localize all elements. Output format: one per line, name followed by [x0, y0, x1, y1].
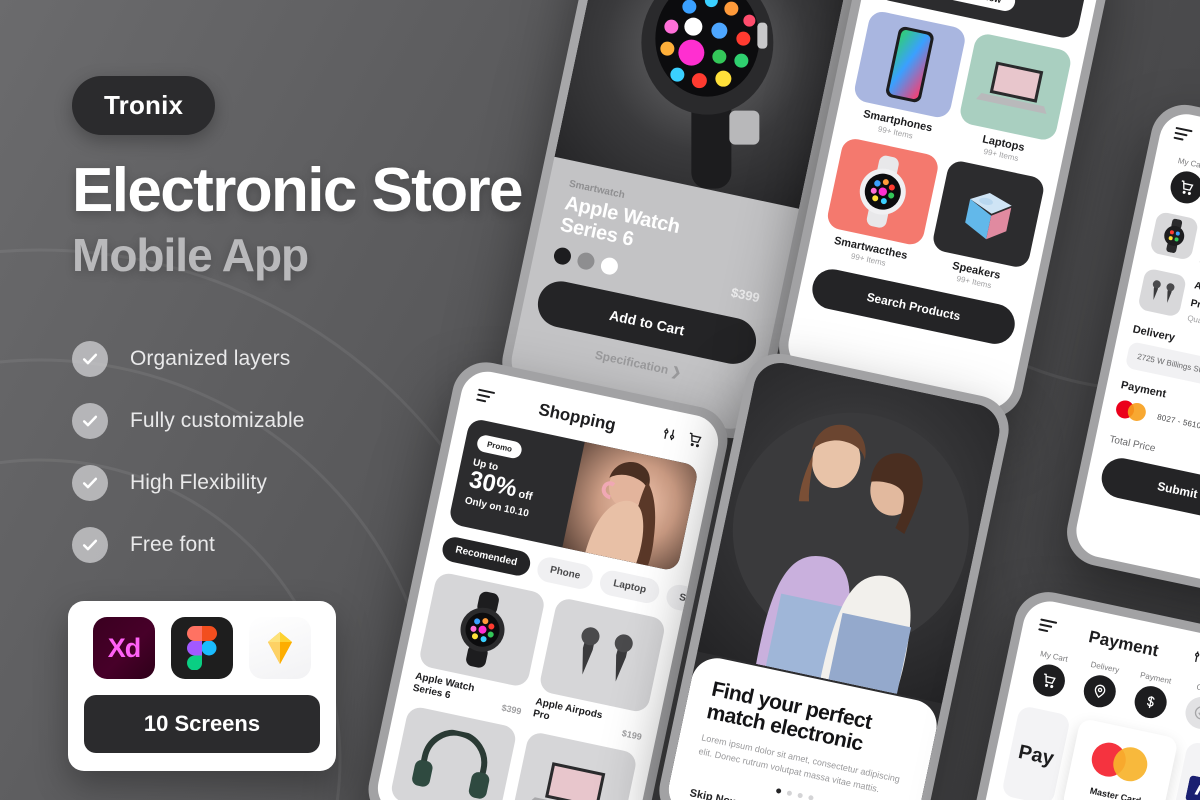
step-delivery[interactable]: Delivery [1074, 658, 1128, 712]
speaker-icon [931, 158, 1047, 269]
step-label: My Cart [1039, 649, 1069, 664]
list-item[interactable]: Laptops 99+ Items [952, 31, 1074, 169]
headphones-icon [389, 705, 518, 800]
visa-icon [1185, 775, 1200, 800]
list-item[interactable]: Macbook Pro $1299 [504, 730, 639, 800]
color-swatch-white[interactable] [599, 255, 620, 276]
list-item[interactable]: Smartwacthes 99+ Items [820, 136, 941, 274]
cart-icon [1029, 661, 1068, 700]
airpods-icon [538, 596, 667, 714]
filter-icon[interactable] [659, 425, 679, 449]
smartphone-icon [852, 8, 968, 120]
step-label: Delivery [1089, 659, 1120, 675]
dot-3[interactable] [797, 792, 804, 799]
list-item: High Flexibility [72, 452, 592, 514]
filter-icon[interactable] [1189, 648, 1200, 672]
onboarding-photo [697, 358, 1005, 704]
submit-order-button[interactable]: Submit Order [1097, 454, 1200, 534]
tool-compatibility-card: Xd 10 Screens [68, 601, 336, 771]
apple-pay-option[interactable]: Pay [1001, 705, 1072, 800]
adobe-xd-icon: Xd [93, 617, 155, 679]
figma-icon [171, 617, 233, 679]
laptop-icon [958, 31, 1074, 142]
mastercard-option[interactable]: Master Card [1061, 717, 1179, 800]
tool-icon-row: Xd [84, 617, 320, 679]
check-circle-icon [72, 402, 108, 439]
smartwatch-icon [1149, 210, 1200, 261]
dot-1[interactable] [775, 787, 782, 794]
screens-count-button[interactable]: 10 Screens [84, 695, 320, 753]
feature-label: Fully customizable [130, 408, 305, 432]
list-item: Fully customizable [72, 390, 592, 452]
step-my-cart[interactable]: My Cart [1023, 647, 1077, 701]
page-title: Electronic Store [72, 156, 523, 225]
check-circle-icon [72, 526, 108, 563]
item-name: Apple Airpods Pro [1189, 280, 1200, 313]
dot-4[interactable] [807, 794, 814, 800]
airpods-icon [1137, 267, 1188, 318]
step-label: Order [1195, 682, 1200, 696]
cart-icon [1167, 168, 1200, 207]
cart-icon[interactable] [684, 430, 704, 454]
check-circle-icon [72, 340, 108, 377]
check-circle-icon [72, 464, 108, 501]
feature-label: High Flexibility [130, 470, 267, 494]
mastercard-icon [1087, 739, 1156, 791]
list-item[interactable]: Smartphones 99+ Items [847, 8, 968, 147]
list-item[interactable]: Speakers 99+ Items [925, 158, 1047, 297]
product-price: $399 [729, 284, 762, 306]
page-subtitle: Mobile App [72, 228, 309, 281]
feature-label: Organized layers [130, 346, 291, 370]
smartwatch-icon [825, 136, 941, 247]
list-item: Organized layers [72, 328, 592, 390]
total-label: Total Price [1108, 433, 1157, 455]
product-name: Apple Watch Series 6 [411, 670, 476, 701]
hamburger-icon[interactable] [1173, 126, 1193, 145]
step-label: My Cart [1177, 156, 1200, 171]
list-item[interactable]: Apple Watch Series 6 $399 [412, 571, 547, 716]
apple-pay-label: Pay [1016, 740, 1056, 770]
step-label: Payment [1139, 670, 1173, 686]
screen-checkout: Summary My Cart Delivery Payment Order [1071, 109, 1200, 597]
mockup-checkout: Summary My Cart Delivery Payment Order [1060, 98, 1200, 608]
promo-left-panel: Tronix Electronic Store Mobile App Organ… [72, 76, 592, 576]
list-item[interactable]: Apple Airpods Pro $199 [532, 596, 667, 743]
smartwatch-icon [417, 571, 547, 689]
hamburger-icon[interactable] [1038, 618, 1058, 636]
step-payment[interactable]: Payment [1125, 669, 1179, 723]
feature-list: Organized layers Fully customizable High… [72, 328, 592, 576]
dollar-icon [1131, 683, 1170, 722]
screen-payment: Payment My Cart Delivery Payment Order P… [964, 596, 1200, 800]
location-pin-icon [1080, 672, 1119, 711]
list-item[interactable]: Apple Airpods Max $549 [383, 705, 518, 800]
product-price: $199 [621, 728, 643, 743]
shop-now-button[interactable]: Shop Now [942, 0, 1018, 13]
product-price: $399 [500, 702, 523, 717]
category-grid: Smartphones 99+ Items Laptops 99+ Items … [808, 0, 1087, 299]
dot-2[interactable] [786, 790, 793, 797]
adobe-xd-label: Xd [107, 632, 142, 663]
sketch-icon [249, 617, 311, 679]
list-item: Free font [72, 514, 592, 576]
brand-badge: Tronix [72, 76, 216, 135]
laptop-icon [509, 730, 639, 800]
feature-label: Free font [130, 532, 215, 556]
mockup-payment: Payment My Cart Delivery Payment Order P… [953, 585, 1200, 800]
promo-stage: Tronix Electronic Store Mobile App Organ… [0, 0, 1200, 800]
